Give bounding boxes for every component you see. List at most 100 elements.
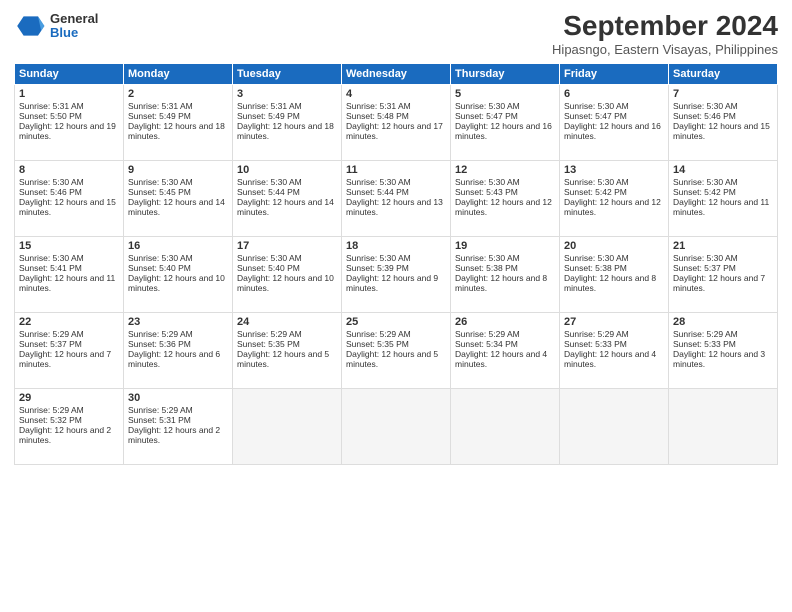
day-info: Sunset: 5:37 PM bbox=[673, 263, 773, 273]
day-info: Sunset: 5:46 PM bbox=[19, 187, 119, 197]
day-info: Sunset: 5:49 PM bbox=[237, 111, 337, 121]
calendar-cell: 23Sunrise: 5:29 AMSunset: 5:36 PMDayligh… bbox=[124, 313, 233, 389]
day-info: Daylight: 12 hours and 8 minutes. bbox=[455, 273, 555, 293]
day-info: Sunset: 5:38 PM bbox=[564, 263, 664, 273]
day-info: Daylight: 12 hours and 18 minutes. bbox=[128, 121, 228, 141]
calendar-cell: 24Sunrise: 5:29 AMSunset: 5:35 PMDayligh… bbox=[233, 313, 342, 389]
calendar-cell: 15Sunrise: 5:30 AMSunset: 5:41 PMDayligh… bbox=[15, 237, 124, 313]
day-info: Sunrise: 5:30 AM bbox=[455, 101, 555, 111]
calendar-week-2: 8Sunrise: 5:30 AMSunset: 5:46 PMDaylight… bbox=[15, 161, 778, 237]
day-info: Sunrise: 5:30 AM bbox=[455, 177, 555, 187]
day-number: 12 bbox=[455, 164, 555, 176]
logo: General Blue bbox=[14, 10, 98, 42]
day-info: Sunset: 5:48 PM bbox=[346, 111, 446, 121]
calendar-cell: 2Sunrise: 5:31 AMSunset: 5:49 PMDaylight… bbox=[124, 85, 233, 161]
day-header-wednesday: Wednesday bbox=[342, 64, 451, 85]
day-info: Daylight: 12 hours and 18 minutes. bbox=[237, 121, 337, 141]
calendar-cell: 5Sunrise: 5:30 AMSunset: 5:47 PMDaylight… bbox=[451, 85, 560, 161]
day-number: 19 bbox=[455, 240, 555, 252]
day-info: Sunrise: 5:30 AM bbox=[19, 177, 119, 187]
day-info: Daylight: 12 hours and 3 minutes. bbox=[673, 349, 773, 369]
day-number: 8 bbox=[19, 164, 119, 176]
day-number: 25 bbox=[346, 316, 446, 328]
day-info: Sunset: 5:40 PM bbox=[128, 263, 228, 273]
day-number: 22 bbox=[19, 316, 119, 328]
calendar-cell: 1Sunrise: 5:31 AMSunset: 5:50 PMDaylight… bbox=[15, 85, 124, 161]
day-info: Sunrise: 5:31 AM bbox=[128, 101, 228, 111]
calendar-cell: 26Sunrise: 5:29 AMSunset: 5:34 PMDayligh… bbox=[451, 313, 560, 389]
calendar-cell: 17Sunrise: 5:30 AMSunset: 5:40 PMDayligh… bbox=[233, 237, 342, 313]
calendar-body: 1Sunrise: 5:31 AMSunset: 5:50 PMDaylight… bbox=[15, 85, 778, 465]
day-number: 3 bbox=[237, 88, 337, 100]
day-info: Daylight: 12 hours and 15 minutes. bbox=[19, 197, 119, 217]
day-info: Daylight: 12 hours and 10 minutes. bbox=[237, 273, 337, 293]
day-info: Sunset: 5:33 PM bbox=[564, 339, 664, 349]
day-info: Daylight: 12 hours and 7 minutes. bbox=[19, 349, 119, 369]
day-info: Sunset: 5:50 PM bbox=[19, 111, 119, 121]
day-info: Daylight: 12 hours and 5 minutes. bbox=[237, 349, 337, 369]
calendar-cell: 19Sunrise: 5:30 AMSunset: 5:38 PMDayligh… bbox=[451, 237, 560, 313]
day-info: Sunrise: 5:30 AM bbox=[673, 101, 773, 111]
day-number: 24 bbox=[237, 316, 337, 328]
day-info: Sunrise: 5:31 AM bbox=[237, 101, 337, 111]
day-info: Sunrise: 5:30 AM bbox=[564, 253, 664, 263]
day-info: Daylight: 12 hours and 19 minutes. bbox=[19, 121, 119, 141]
day-info: Sunset: 5:35 PM bbox=[346, 339, 446, 349]
day-info: Sunset: 5:43 PM bbox=[455, 187, 555, 197]
day-header-monday: Monday bbox=[124, 64, 233, 85]
logo-general-text: General bbox=[50, 12, 98, 26]
day-header-sunday: Sunday bbox=[15, 64, 124, 85]
day-number: 28 bbox=[673, 316, 773, 328]
day-info: Daylight: 12 hours and 11 minutes. bbox=[19, 273, 119, 293]
calendar-cell: 18Sunrise: 5:30 AMSunset: 5:39 PMDayligh… bbox=[342, 237, 451, 313]
day-info: Daylight: 12 hours and 12 minutes. bbox=[564, 197, 664, 217]
day-info: Sunset: 5:35 PM bbox=[237, 339, 337, 349]
day-info: Daylight: 12 hours and 4 minutes. bbox=[564, 349, 664, 369]
day-info: Sunrise: 5:30 AM bbox=[564, 177, 664, 187]
day-info: Daylight: 12 hours and 13 minutes. bbox=[346, 197, 446, 217]
calendar-week-4: 22Sunrise: 5:29 AMSunset: 5:37 PMDayligh… bbox=[15, 313, 778, 389]
calendar-cell bbox=[669, 389, 778, 465]
day-info: Sunrise: 5:31 AM bbox=[19, 101, 119, 111]
day-number: 16 bbox=[128, 240, 228, 252]
day-info: Daylight: 12 hours and 14 minutes. bbox=[237, 197, 337, 217]
day-number: 10 bbox=[237, 164, 337, 176]
day-info: Daylight: 12 hours and 8 minutes. bbox=[564, 273, 664, 293]
day-info: Daylight: 12 hours and 17 minutes. bbox=[346, 121, 446, 141]
day-number: 5 bbox=[455, 88, 555, 100]
day-number: 14 bbox=[673, 164, 773, 176]
day-info: Daylight: 12 hours and 10 minutes. bbox=[128, 273, 228, 293]
calendar-cell: 30Sunrise: 5:29 AMSunset: 5:31 PMDayligh… bbox=[124, 389, 233, 465]
calendar-cell bbox=[560, 389, 669, 465]
day-info: Daylight: 12 hours and 5 minutes. bbox=[346, 349, 446, 369]
day-info: Sunrise: 5:29 AM bbox=[128, 405, 228, 415]
day-info: Sunrise: 5:29 AM bbox=[19, 329, 119, 339]
day-info: Sunrise: 5:30 AM bbox=[673, 177, 773, 187]
day-info: Daylight: 12 hours and 16 minutes. bbox=[564, 121, 664, 141]
day-number: 6 bbox=[564, 88, 664, 100]
day-info: Sunset: 5:42 PM bbox=[564, 187, 664, 197]
calendar-cell: 28Sunrise: 5:29 AMSunset: 5:33 PMDayligh… bbox=[669, 313, 778, 389]
day-info: Daylight: 12 hours and 12 minutes. bbox=[455, 197, 555, 217]
day-number: 23 bbox=[128, 316, 228, 328]
calendar-cell: 14Sunrise: 5:30 AMSunset: 5:42 PMDayligh… bbox=[669, 161, 778, 237]
calendar-cell: 12Sunrise: 5:30 AMSunset: 5:43 PMDayligh… bbox=[451, 161, 560, 237]
day-info: Sunrise: 5:30 AM bbox=[346, 253, 446, 263]
day-info: Daylight: 12 hours and 6 minutes. bbox=[128, 349, 228, 369]
day-number: 9 bbox=[128, 164, 228, 176]
day-info: Sunrise: 5:30 AM bbox=[673, 253, 773, 263]
day-info: Sunset: 5:38 PM bbox=[455, 263, 555, 273]
day-info: Sunrise: 5:30 AM bbox=[19, 253, 119, 263]
calendar-cell: 3Sunrise: 5:31 AMSunset: 5:49 PMDaylight… bbox=[233, 85, 342, 161]
day-info: Daylight: 12 hours and 2 minutes. bbox=[128, 425, 228, 445]
day-info: Sunrise: 5:29 AM bbox=[128, 329, 228, 339]
day-info: Sunrise: 5:30 AM bbox=[237, 253, 337, 263]
day-info: Sunrise: 5:29 AM bbox=[346, 329, 446, 339]
day-info: Sunset: 5:37 PM bbox=[19, 339, 119, 349]
day-info: Daylight: 12 hours and 16 minutes. bbox=[455, 121, 555, 141]
day-info: Sunset: 5:49 PM bbox=[128, 111, 228, 121]
calendar-cell bbox=[451, 389, 560, 465]
day-info: Sunset: 5:47 PM bbox=[564, 111, 664, 121]
day-info: Sunset: 5:40 PM bbox=[237, 263, 337, 273]
calendar-week-1: 1Sunrise: 5:31 AMSunset: 5:50 PMDaylight… bbox=[15, 85, 778, 161]
